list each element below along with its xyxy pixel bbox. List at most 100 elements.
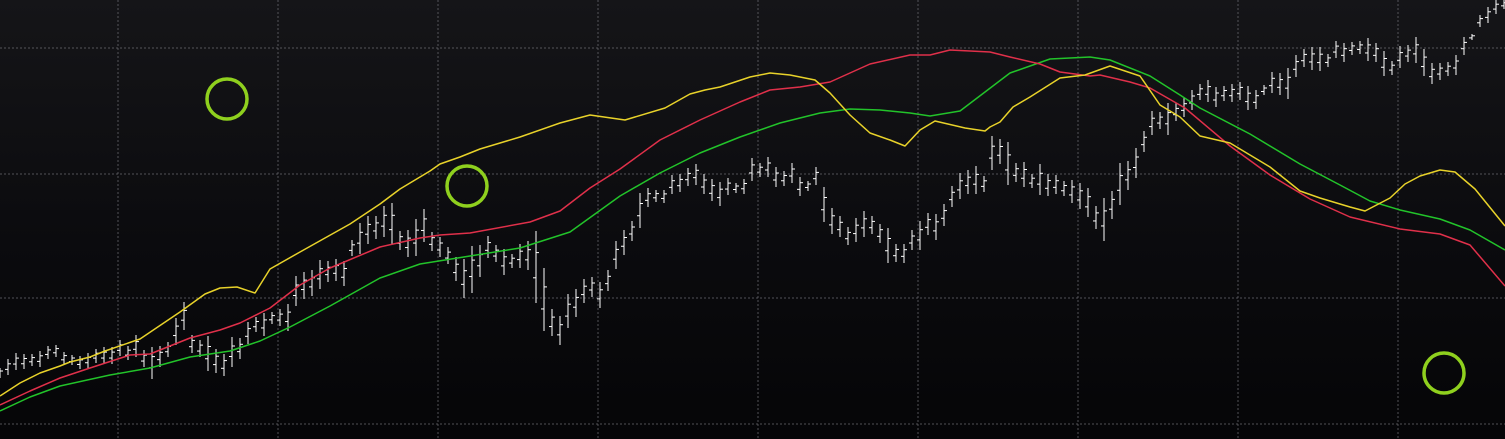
ohlc-bar-123 xyxy=(973,166,979,194)
ohlc-bar-179 xyxy=(1421,49,1427,76)
ohlc-bar-24 xyxy=(181,302,187,330)
ohlc-bar-172 xyxy=(1365,38,1371,61)
ohlc-bar-71 xyxy=(557,316,563,345)
highlight-circle-2 xyxy=(445,164,489,208)
highlight-circle-3 xyxy=(1422,351,1466,395)
ohlc-bar-51 xyxy=(397,231,403,250)
ohlc-bar-137 xyxy=(1085,188,1091,217)
ohlc-bar-113 xyxy=(893,244,899,262)
ohlc-bar-178 xyxy=(1413,37,1419,63)
ohlc-bar-114 xyxy=(901,244,907,263)
ohlc-bar-55 xyxy=(429,232,435,251)
highlight-circle-1 xyxy=(205,77,249,121)
ohlc-bar-52 xyxy=(405,230,411,257)
ohlc-bar-63 xyxy=(493,245,499,262)
ohlc-bar-72 xyxy=(565,294,571,328)
ohlc-bar-175 xyxy=(1389,61,1395,75)
ohlc-bar-60 xyxy=(469,246,475,293)
ohlc-bar-10 xyxy=(69,355,75,365)
ohlc-bar-33 xyxy=(253,317,259,332)
ohlc-bar-38 xyxy=(293,276,299,306)
ohlc-bar-174 xyxy=(1381,51,1387,76)
ohlc-bar-111 xyxy=(877,224,883,243)
ohlc-bar-145 xyxy=(1149,111,1155,135)
ohlc-bar-62 xyxy=(485,236,491,258)
ohlc-bar-69 xyxy=(541,268,547,331)
ohlc-bar-98 xyxy=(773,167,779,187)
ohlc-bar-173 xyxy=(1373,43,1379,62)
ohlc-bar-159 xyxy=(1261,85,1267,95)
ohlc-bar-43 xyxy=(333,259,339,281)
ohlc-bar-128 xyxy=(1013,163,1019,182)
ohlc-bar-162 xyxy=(1285,68,1291,99)
ohlc-bar-90 xyxy=(709,179,715,201)
ohlc-bar-6 xyxy=(37,351,43,367)
ohlc-bar-152 xyxy=(1205,80,1211,102)
ohlc-bar-77 xyxy=(605,270,611,291)
ohlc-bar-53 xyxy=(413,219,419,256)
ohlc-bar-164 xyxy=(1301,49,1307,67)
ohlc-bar-89 xyxy=(701,174,707,194)
ohlc-bar-91 xyxy=(717,182,723,206)
ohlc-bar-180 xyxy=(1429,63,1435,84)
ohlc-bar-100 xyxy=(789,163,795,183)
ohlc-bar-78 xyxy=(613,241,619,269)
ohlc-bar-22 xyxy=(165,342,171,357)
ohlc-bar-80 xyxy=(629,221,635,241)
fast-moving-average-line xyxy=(0,65,1505,397)
ohlc-bar-102 xyxy=(805,181,811,191)
ohlc-bar-115 xyxy=(909,230,915,250)
ohlc-bar-161 xyxy=(1277,73,1283,95)
ohlc-bar-1 xyxy=(0,368,3,378)
ohlc-bar-50 xyxy=(389,203,395,244)
ohlc-bar-132 xyxy=(1045,174,1051,196)
chart-canvas xyxy=(0,0,1505,439)
ohlc-bar-85 xyxy=(669,175,675,194)
ohlc-bar-93 xyxy=(733,183,739,193)
ohlc-bar-151 xyxy=(1197,84,1203,100)
ohlc-bar-84 xyxy=(661,190,667,203)
ohlc-bar-45 xyxy=(349,240,355,256)
ohlc-bar-59 xyxy=(461,259,467,298)
ohlc-bar-187 xyxy=(1485,7,1491,23)
ohlc-bar-146 xyxy=(1157,112,1163,129)
ohlc-bar-74 xyxy=(581,279,587,303)
ohlc-bars xyxy=(0,0,1505,379)
ohlc-bar-34 xyxy=(261,313,267,336)
ohlc-bar-32 xyxy=(245,322,251,344)
ohlc-bar-46 xyxy=(357,223,363,254)
ohlc-bar-70 xyxy=(549,309,555,336)
ohlc-bar-118 xyxy=(933,214,939,240)
ohlc-bar-163 xyxy=(1293,55,1299,77)
ohlc-bar-181 xyxy=(1437,63,1443,80)
ohlc-bar-167 xyxy=(1325,54,1331,67)
ohlc-bar-73 xyxy=(573,289,579,317)
ohlc-bar-144 xyxy=(1141,131,1147,152)
ohlc-bar-184 xyxy=(1461,37,1467,55)
ohlc-bar-119 xyxy=(941,204,947,226)
ohlc-bar-5 xyxy=(29,354,35,366)
ohlc-bar-160 xyxy=(1269,72,1275,93)
ohlc-bar-139 xyxy=(1101,198,1107,241)
price-chart xyxy=(0,0,1505,439)
ohlc-bar-9 xyxy=(61,352,67,364)
ohlc-bar-35 xyxy=(269,312,275,324)
ohlc-bar-61 xyxy=(477,245,483,277)
ohlc-bar-42 xyxy=(325,261,331,282)
ohlc-bar-110 xyxy=(869,216,875,234)
ohlc-bar-104 xyxy=(821,187,827,222)
ohlc-bar-44 xyxy=(341,261,347,286)
ohlc-bar-58 xyxy=(453,257,459,281)
ohlc-bar-141 xyxy=(1117,163,1123,205)
ohlc-bar-125 xyxy=(989,136,995,170)
ohlc-bar-99 xyxy=(781,171,787,186)
ohlc-bar-120 xyxy=(949,186,955,207)
ohlc-bar-29 xyxy=(221,354,227,376)
slow-moving-average-line xyxy=(0,56,1505,412)
ohlc-bar-165 xyxy=(1309,47,1315,70)
ohlc-bar-105 xyxy=(829,208,835,234)
ohlc-bar-133 xyxy=(1053,175,1059,194)
ohlc-bar-14 xyxy=(101,347,107,364)
ohlc-bar-135 xyxy=(1069,180,1075,203)
ohlc-bar-121 xyxy=(957,173,963,199)
